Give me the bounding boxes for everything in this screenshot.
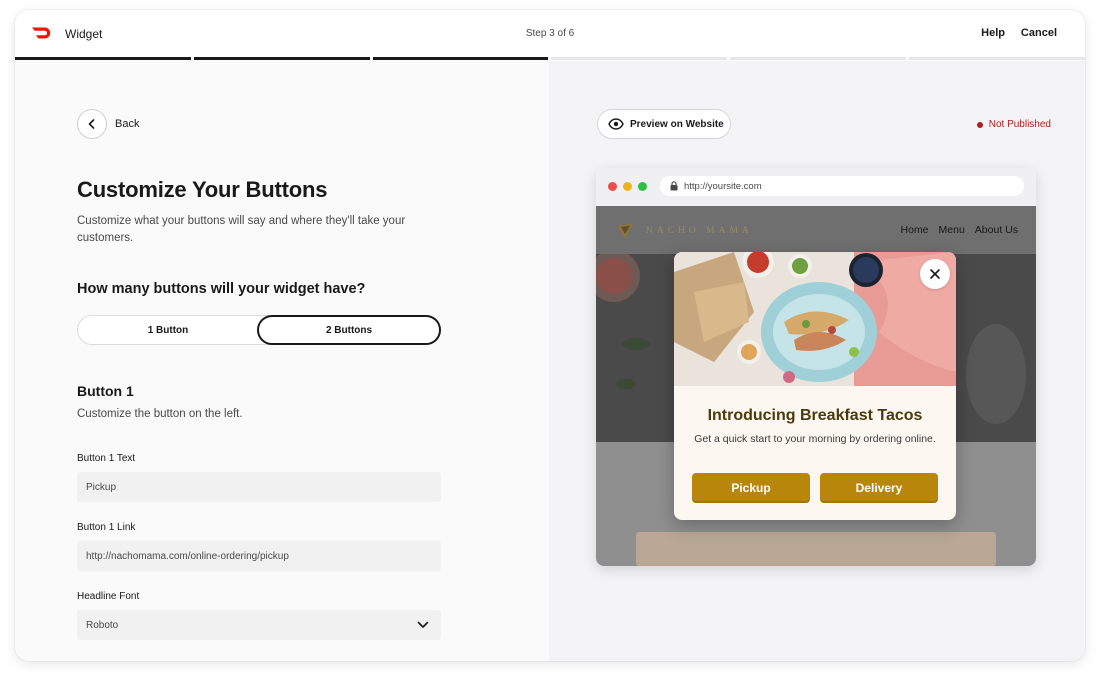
popup-body: Get a quick start to your morning by ord… (694, 433, 936, 445)
eye-icon (608, 118, 624, 130)
browser-chrome: http://yoursite.com (596, 168, 1036, 206)
settings-pane: Back Customize Your Buttons Customize wh… (15, 61, 549, 661)
button-count-toggle: 1 Button 2 Buttons (77, 315, 441, 345)
site-nav-links: Home Menu About Us (901, 224, 1018, 236)
close-icon (930, 269, 940, 279)
status-dot-icon (976, 121, 983, 128)
button-1-text-field[interactable] (77, 472, 441, 502)
site-nav-about: About Us (974, 224, 1018, 236)
progress-segment-complete (372, 57, 549, 60)
page-subtitle: Customize what your buttons will say and… (77, 215, 406, 244)
button-count-question: How many buttons will your widget have? (77, 281, 366, 297)
progress-segment-complete (193, 57, 370, 60)
widget-builder-window: Widget Step 3 of 6 Help Cancel Back Cust… (15, 10, 1085, 661)
button-1-link-input[interactable] (86, 550, 432, 562)
option-1-button[interactable]: 1 Button (78, 316, 258, 344)
chevron-down-icon (417, 621, 429, 628)
progress-segment-complete (15, 57, 191, 60)
button-1-text-label: Button 1 Text (77, 453, 136, 464)
window-close-dot-icon (608, 182, 617, 191)
window-maximize-dot-icon (638, 182, 647, 191)
widget-popup: Introducing Breakfast Tacos Get a quick … (674, 252, 956, 520)
status-text: Not Published (988, 119, 1051, 130)
window-minimize-dot-icon (623, 182, 632, 191)
preview-label: Preview on Website (630, 118, 724, 130)
top-header: Widget Step 3 of 6 Help Cancel (15, 10, 1085, 60)
back-label[interactable]: Back (115, 118, 139, 130)
option-2-buttons[interactable]: 2 Buttons (257, 315, 441, 345)
chevron-left-icon (88, 119, 95, 129)
close-popup-button[interactable] (920, 259, 950, 289)
button-1-text-input[interactable] (86, 481, 432, 493)
progress-segment-incomplete (551, 57, 728, 60)
button-1-description: Customize the button on the left. (77, 408, 243, 420)
tacos-photo-image (674, 252, 956, 386)
address-bar: http://yoursite.com (660, 176, 1024, 196)
url-text: http://yoursite.com (684, 180, 762, 192)
button-1-heading: Button 1 (77, 383, 134, 399)
publish-status: Not Published (976, 119, 1051, 130)
preview-on-website-button[interactable]: Preview on Website (597, 109, 731, 139)
popup-pickup-button[interactable]: Pickup (692, 473, 810, 503)
back-button[interactable] (77, 109, 107, 139)
cancel-link[interactable]: Cancel (1021, 27, 1057, 39)
progress-segment-incomplete (909, 57, 1085, 60)
headline-font-select[interactable]: Roboto (77, 610, 441, 640)
site-nav-menu: Menu (938, 224, 965, 236)
progress-segment-incomplete (730, 57, 907, 60)
popup-headline: Introducing Breakfast Tacos (707, 407, 923, 424)
step-indicator: Step 3 of 6 (525, 28, 575, 39)
browser-mockup: http://yoursite.com NACHO MAMA Home Menu… (596, 168, 1036, 566)
help-link[interactable]: Help (981, 27, 1005, 39)
site-brand-name: NACHO MAMA (646, 226, 753, 236)
lock-icon (670, 181, 678, 191)
button-1-link-field[interactable] (77, 541, 441, 571)
button-1-link-label: Button 1 Link (77, 522, 136, 533)
headline-font-label: Headline Font (77, 591, 140, 602)
nacho-logo-icon (617, 223, 634, 239)
page-title: Customize Your Buttons (77, 177, 328, 202)
headline-font-value: Roboto (86, 619, 119, 631)
preview-pane: Preview on Website Not Published http://… (549, 61, 1085, 661)
site-navbar: NACHO MAMA Home Menu About Us (596, 206, 1036, 254)
site-brand: NACHO MAMA (616, 222, 753, 240)
site-nav-home: Home (900, 224, 929, 236)
site-food-image (636, 532, 996, 566)
popup-delivery-button[interactable]: Delivery (820, 473, 938, 503)
